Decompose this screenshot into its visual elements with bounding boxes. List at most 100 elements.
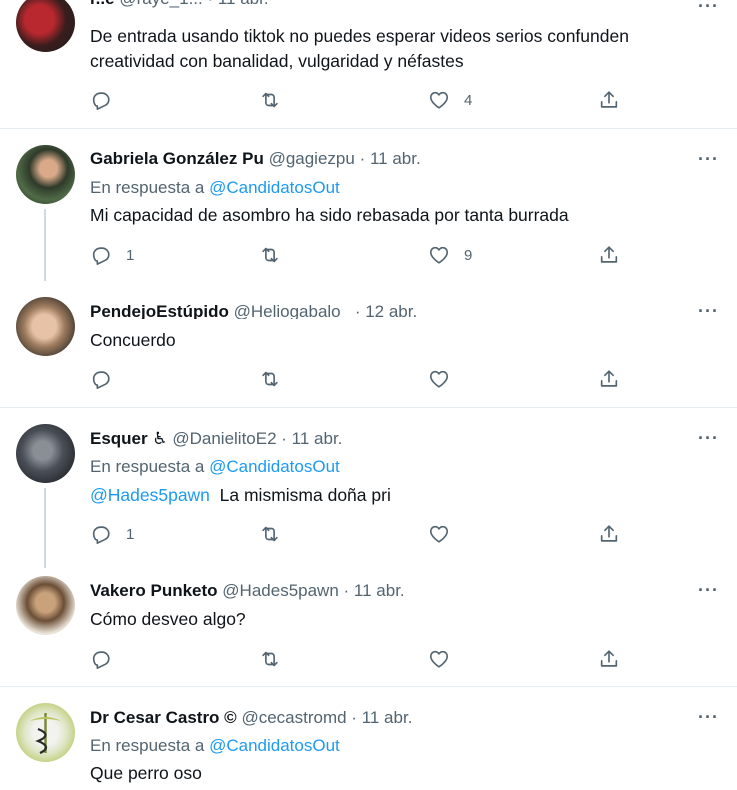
- reply-prefix: En respuesta a: [90, 178, 205, 197]
- avatar[interactable]: [16, 424, 75, 483]
- retweet-button[interactable]: [259, 647, 281, 671]
- tweet-text: Mi capacidad de asombro ha sido rebasada…: [90, 205, 569, 225]
- tweet-date[interactable]: 11 abr.: [292, 429, 343, 448]
- reply-context: En respuesta a @CandidatosOut: [90, 456, 340, 478]
- heart-icon: [428, 648, 450, 670]
- tweet-date[interactable]: 12 abr.: [365, 302, 417, 319]
- share-button[interactable]: [598, 367, 620, 391]
- reply-button[interactable]: [90, 647, 112, 671]
- retweet-icon: [259, 89, 281, 111]
- heart-icon: [428, 244, 450, 266]
- retweet-icon: [259, 368, 281, 390]
- retweet-button[interactable]: [259, 367, 281, 391]
- tweet[interactable]: Vakero Punketo @Hades5pawn · 11 abr. ···…: [0, 560, 737, 686]
- share-button[interactable]: [598, 647, 620, 671]
- tweet-date[interactable]: 11 abr.: [362, 708, 413, 727]
- retweet-icon: [259, 648, 281, 670]
- reply-icon: [90, 648, 112, 670]
- reply-prefix: En respuesta a: [90, 736, 205, 755]
- like-button[interactable]: [428, 522, 450, 546]
- tweet[interactable]: Esquer ♿ @DanielitoE2 · 11 abr. ··· En r…: [0, 408, 737, 568]
- reply-button[interactable]: 1: [90, 522, 134, 546]
- author-name[interactable]: PendejoEstúpido: [90, 302, 229, 319]
- more-icon[interactable]: ···: [698, 581, 719, 599]
- tweet-header: PendejoEstúpido @Heliogabalo_ · 12 abr.: [90, 302, 418, 319]
- reply-icon: [90, 368, 112, 390]
- author-name[interactable]: Esquer ♿: [90, 429, 168, 448]
- more-icon[interactable]: ···: [698, 429, 719, 447]
- reply-button[interactable]: [90, 88, 112, 112]
- reply-target-link[interactable]: @CandidatosOut: [209, 736, 340, 755]
- tweet-header: Gabriela González Pu @gagiezpu · 11 abr.: [90, 150, 421, 168]
- author-handle[interactable]: @raye_1...: [119, 0, 202, 8]
- share-button[interactable]: [598, 88, 620, 112]
- tweet-date[interactable]: 11 abr.: [370, 150, 421, 168]
- thread-line: [44, 488, 46, 568]
- share-button[interactable]: [598, 243, 620, 267]
- like-button[interactable]: 9: [428, 243, 472, 267]
- reply-icon: [90, 244, 112, 266]
- reply-icon: [90, 89, 112, 111]
- like-count: 9: [464, 246, 473, 264]
- tweet-text: De entrada usando tiktok no puedes esper…: [90, 26, 629, 71]
- retweet-button[interactable]: [259, 88, 281, 112]
- mention-link[interactable]: @Hades5pawn: [90, 485, 210, 505]
- tweet[interactable]: r..e @raye_1... · 11 abr. ··· De entrada…: [0, 0, 737, 128]
- avatar[interactable]: [16, 703, 75, 762]
- reply-target-link[interactable]: @CandidatosOut: [209, 178, 340, 197]
- caduceus-icon: [30, 713, 61, 754]
- like-button[interactable]: 4: [428, 88, 472, 112]
- share-icon: [598, 368, 620, 390]
- share-icon: [598, 244, 620, 266]
- retweet-icon: [259, 244, 281, 266]
- heart-icon: [428, 368, 450, 390]
- tweet-body: La mismisma doña pri: [219, 485, 391, 505]
- like-count: 4: [464, 91, 473, 109]
- tweet[interactable]: Dr Cesar Castro © @cecastromd · 11 abr. …: [0, 687, 737, 790]
- more-icon[interactable]: ···: [698, 150, 719, 168]
- reply-context: En respuesta a @CandidatosOut: [90, 735, 340, 757]
- tweet-text: Concuerdo: [90, 330, 176, 350]
- reply-count: 1: [126, 525, 135, 543]
- author-handle[interactable]: @gagiezpu: [269, 150, 355, 168]
- share-icon: [598, 523, 620, 545]
- tweet[interactable]: Gabriela González Pu @gagiezpu · 11 abr.…: [0, 129, 737, 281]
- author-name[interactable]: Gabriela González Pu: [90, 150, 264, 168]
- author-handle[interactable]: @cecastromd: [241, 708, 346, 727]
- author-name[interactable]: Vakero Punketo: [90, 581, 218, 600]
- retweet-icon: [259, 523, 281, 545]
- author-name[interactable]: Dr Cesar Castro ©: [90, 708, 237, 727]
- tweet-header: Esquer ♿ @DanielitoE2 · 11 abr.: [90, 429, 343, 448]
- tweet-header: Vakero Punketo @Hades5pawn · 11 abr.: [90, 581, 405, 600]
- reply-context: En respuesta a @CandidatosOut: [90, 177, 340, 199]
- author-name[interactable]: r..e: [90, 0, 115, 8]
- reply-icon: [90, 523, 112, 545]
- like-button[interactable]: [428, 647, 450, 671]
- reply-count: 1: [126, 246, 135, 264]
- avatar[interactable]: [16, 576, 75, 635]
- share-icon: [598, 89, 620, 111]
- thread-line: [44, 209, 46, 281]
- tweet-text: @Hades5pawn La mismisma doña pri: [90, 483, 690, 508]
- author-handle[interactable]: @DanielitoE2: [172, 429, 276, 448]
- retweet-button[interactable]: [259, 243, 281, 267]
- tweet-text: Que perro oso: [90, 763, 202, 783]
- author-handle[interactable]: @Heliogabalo_: [234, 302, 351, 319]
- tweet-text: Cómo desveo algo?: [90, 609, 246, 629]
- more-icon[interactable]: ···: [698, 708, 719, 726]
- like-button[interactable]: [428, 367, 450, 391]
- more-icon[interactable]: ···: [698, 0, 719, 15]
- reply-button[interactable]: 1: [90, 243, 134, 267]
- more-icon[interactable]: ···: [698, 302, 719, 320]
- author-handle[interactable]: @Hades5pawn: [222, 581, 339, 600]
- tweet-date[interactable]: 11 abr.: [218, 0, 269, 8]
- tweet[interactable]: PendejoEstúpido @Heliogabalo_ · 12 abr. …: [0, 281, 737, 407]
- tweet-header: r..e @raye_1... · 11 abr.: [90, 0, 269, 9]
- reply-prefix: En respuesta a: [90, 457, 205, 476]
- retweet-button[interactable]: [259, 522, 281, 546]
- share-button[interactable]: [598, 522, 620, 546]
- share-icon: [598, 648, 620, 670]
- reply-target-link[interactable]: @CandidatosOut: [209, 457, 340, 476]
- tweet-date[interactable]: 11 abr.: [354, 581, 405, 600]
- reply-button[interactable]: [90, 367, 112, 391]
